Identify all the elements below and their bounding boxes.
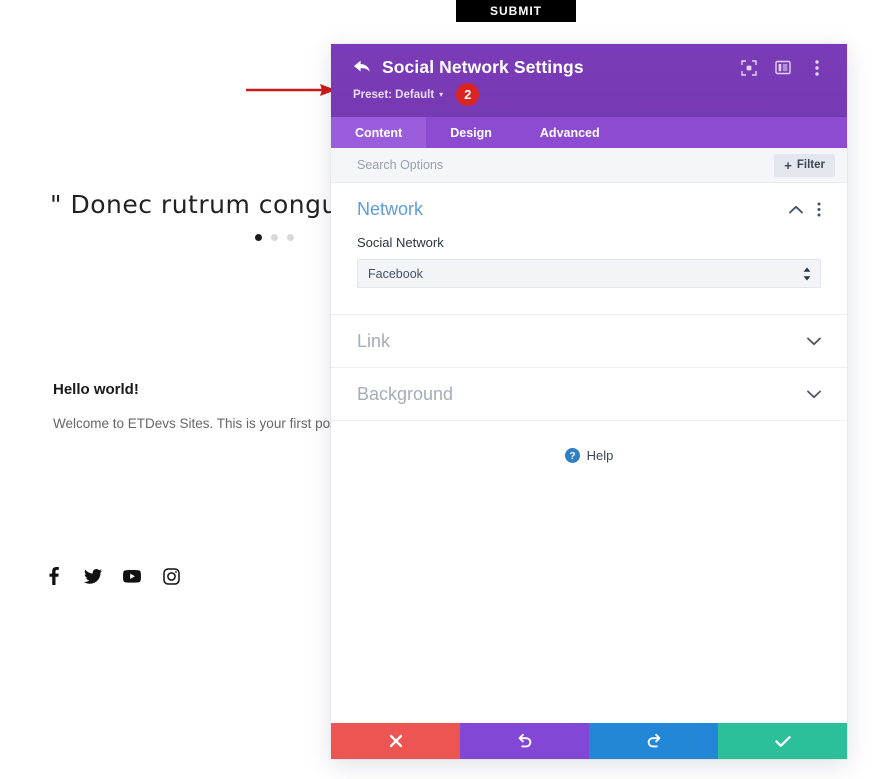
section-background-title: Background: [357, 384, 454, 404]
help-label: Help: [586, 448, 614, 463]
preset-label: Preset: Default: [353, 88, 435, 101]
submit-button[interactable]: SUBMIT: [456, 0, 576, 22]
search-filter-bar: + Filter: [331, 148, 847, 183]
social-network-select-value: Facebook: [368, 266, 423, 281]
more-options-icon[interactable]: [808, 59, 825, 76]
undo-arrow-icon: [517, 733, 533, 749]
post-excerpt: Welcome to ETDevs Sites. This is your fi…: [53, 416, 335, 431]
svg-text:?: ?: [569, 451, 575, 462]
close-x-icon: [389, 734, 403, 748]
section-network-header[interactable]: Network: [331, 183, 847, 235]
back-arrow-icon[interactable]: [353, 59, 371, 77]
section-network: Network Social Network Facebook: [331, 183, 847, 315]
step-badge: 2: [456, 83, 480, 106]
tab-design[interactable]: Design: [426, 117, 516, 148]
section-network-icons: [789, 202, 821, 217]
section-background: Background: [331, 368, 847, 421]
twitter-icon[interactable]: [84, 566, 102, 586]
close-button[interactable]: [331, 723, 460, 759]
blog-post-preview: Hello world! Welcome to ETDevs Sites. Th…: [53, 380, 335, 434]
slider-dot-3[interactable]: [287, 234, 294, 241]
modal-footer: [331, 723, 847, 759]
post-title: Hello world!: [53, 381, 139, 398]
chevron-up-icon[interactable]: [789, 203, 803, 217]
search-input[interactable]: [357, 158, 775, 172]
social-network-field-label: Social Network: [357, 235, 444, 250]
filter-button[interactable]: + Filter: [774, 153, 835, 177]
plus-icon: +: [784, 157, 792, 173]
section-network-title: Network: [357, 199, 424, 219]
modal-tab-bar: Content Design Advanced: [331, 117, 847, 148]
modal-title: Social Network Settings: [382, 57, 584, 77]
modal-header-tools: [740, 59, 825, 76]
instagram-icon[interactable]: [162, 566, 180, 586]
section-link-icons: [807, 335, 821, 349]
select-spinner-icon: [803, 267, 811, 280]
chevron-down-icon[interactable]: [807, 335, 821, 349]
section-background-icons: [807, 388, 821, 402]
redo-button[interactable]: [589, 723, 718, 759]
facebook-icon[interactable]: [45, 566, 63, 586]
youtube-icon[interactable]: [123, 566, 141, 586]
tab-advanced[interactable]: Advanced: [516, 117, 624, 148]
quote-text: " Donec rutrum congue leo e: [50, 190, 350, 219]
social-follow-row: [45, 566, 180, 586]
filter-button-label: Filter: [796, 159, 825, 171]
modal-header-top-row: Social Network Settings: [353, 57, 825, 78]
undo-button[interactable]: [460, 723, 589, 759]
preset-row[interactable]: Preset: Default ▾ 2: [353, 83, 825, 106]
chevron-down-icon[interactable]: [807, 388, 821, 402]
social-network-settings-modal: Social Network Settings Preset: Default …: [331, 44, 847, 759]
chevron-down-icon[interactable]: ▾: [439, 90, 443, 99]
modal-body: Network Social Network Facebook Link Bac…: [331, 183, 847, 723]
section-link-header[interactable]: Link: [331, 315, 847, 367]
section-link-title: Link: [357, 331, 391, 351]
slider-dot-1[interactable]: [255, 234, 262, 241]
expand-icon[interactable]: [740, 59, 757, 76]
checkmark-icon: [774, 735, 791, 748]
help-question-icon: ?: [564, 448, 580, 463]
save-button[interactable]: [718, 723, 847, 759]
social-network-select[interactable]: Facebook: [357, 259, 821, 288]
section-network-content: Social Network Facebook: [331, 235, 847, 314]
testimonial-quote: " Donec rutrum congue leo e: [50, 190, 350, 219]
tab-content[interactable]: Content: [331, 117, 427, 148]
slider-pagination[interactable]: [255, 234, 294, 241]
redo-arrow-icon: [646, 733, 662, 749]
section-background-header[interactable]: Background: [331, 368, 847, 420]
help-row[interactable]: ? Help: [331, 421, 847, 463]
layout-columns-icon[interactable]: [774, 59, 791, 76]
slider-dot-2[interactable]: [271, 234, 278, 241]
section-more-options-icon[interactable]: [817, 202, 821, 217]
section-link: Link: [331, 315, 847, 368]
modal-header: Social Network Settings Preset: Default …: [331, 44, 847, 117]
